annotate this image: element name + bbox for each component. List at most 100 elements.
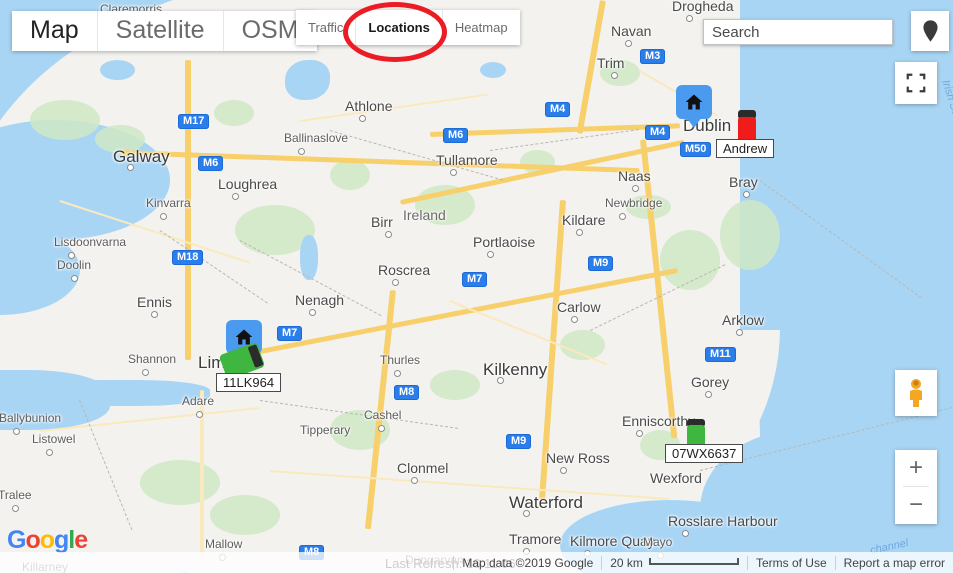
place-label: Listowel xyxy=(32,432,76,446)
place-label: Adare xyxy=(182,394,215,408)
motorway-shield: M4 xyxy=(545,102,571,117)
green-area xyxy=(140,460,220,505)
green-area xyxy=(214,100,254,126)
city-dot xyxy=(151,311,158,318)
motorway-shield: M8 xyxy=(394,385,420,400)
map-canvas[interactable]: Claremorris Galway Ballinaslove Loughrea Kin… xyxy=(0,0,953,573)
green-area xyxy=(30,100,100,140)
motorway-shield: M9 xyxy=(506,434,532,449)
green-area xyxy=(720,200,780,270)
green-area xyxy=(210,495,280,535)
zoom-in-button[interactable]: + xyxy=(895,450,937,486)
city-dot xyxy=(497,377,504,384)
city-dot xyxy=(686,15,693,22)
search-input[interactable] xyxy=(703,19,893,45)
place-label: Navan xyxy=(611,23,652,39)
vehicle-label-11lk964[interactable]: 11LK964 xyxy=(216,373,282,392)
motorway-shield: M11 xyxy=(705,347,736,362)
place-label: Portlaoise xyxy=(473,234,536,250)
city-dot xyxy=(378,425,385,432)
city-dot xyxy=(450,169,457,176)
terms-of-use-link[interactable]: Terms of Use xyxy=(748,556,835,570)
home-icon xyxy=(685,94,703,110)
place-label: Clonmel xyxy=(397,460,449,476)
city-dot xyxy=(576,229,583,236)
layer-button-group: Traffic Locations Heatmap xyxy=(296,10,520,45)
city-dot xyxy=(705,391,712,398)
map-application: Claremorris Galway Ballinaslove Loughrea Kin… xyxy=(0,0,953,573)
zoom-control-group: + − xyxy=(895,450,937,524)
place-label: Kilkenny xyxy=(483,360,548,379)
motorway-shield: M17 xyxy=(178,114,210,129)
city-dot xyxy=(487,251,494,258)
place-label: Ireland xyxy=(403,207,446,223)
motorway-shield: M50 xyxy=(680,142,712,157)
motorway-shield: M6 xyxy=(198,156,224,171)
city-dot xyxy=(12,505,19,512)
map-pin-button[interactable] xyxy=(911,11,949,51)
city-dot xyxy=(619,213,626,220)
attribution-text: Map data ©2019 Google xyxy=(462,555,594,570)
city-dot xyxy=(385,231,392,238)
motorway-shield: M9 xyxy=(588,256,614,271)
place-label: New Ross xyxy=(546,450,610,466)
place-label: Athlone xyxy=(345,98,393,114)
scale-indicator: 20 km xyxy=(602,556,747,570)
place-label: Trim xyxy=(597,55,625,71)
city-dot xyxy=(392,279,399,286)
city-dot xyxy=(571,316,578,323)
street-view-pegman-button[interactable] xyxy=(895,370,937,416)
scale-bar xyxy=(648,557,739,565)
place-label: Tullamore xyxy=(436,152,498,168)
city-dot xyxy=(71,275,78,282)
fullscreen-icon xyxy=(906,73,926,93)
report-map-error-link[interactable]: Report a map error xyxy=(836,556,953,570)
place-label: Kildare xyxy=(562,212,606,228)
logo-letter: G xyxy=(7,526,26,554)
place-label: Wexford xyxy=(650,470,702,486)
city-dot xyxy=(46,449,53,456)
city-dot xyxy=(127,164,134,171)
vehicle-label-andrew[interactable]: Andrew xyxy=(716,139,775,158)
city-dot xyxy=(636,430,643,437)
map-type-button-map[interactable]: Map xyxy=(12,11,98,51)
logo-letter: g xyxy=(54,526,69,554)
lake xyxy=(285,60,330,100)
logo-letter: o xyxy=(25,526,40,554)
motorway-shield: M7 xyxy=(277,326,303,341)
home-marker-dublin[interactable] xyxy=(676,85,712,129)
place-label: Naas xyxy=(618,168,651,184)
city-dot xyxy=(682,530,689,537)
motorway-shield: M18 xyxy=(172,250,204,265)
layer-button-locations[interactable]: Locations xyxy=(356,10,443,45)
city-dot xyxy=(196,411,203,418)
city-dot xyxy=(632,185,639,192)
motorway-shield: M3 xyxy=(640,49,666,64)
city-dot xyxy=(232,193,239,200)
place-label: Tralee xyxy=(0,488,32,502)
map-type-button-satellite[interactable]: Satellite xyxy=(97,11,224,51)
place-label: Drogheda xyxy=(672,0,734,14)
map-pin-icon xyxy=(922,20,938,42)
place-label: Bray xyxy=(729,174,758,190)
logo-letter: e xyxy=(74,526,88,554)
place-label: Enniscorthy xyxy=(622,413,696,429)
street-view-pegman-icon xyxy=(910,379,922,407)
zoom-out-button[interactable]: − xyxy=(895,487,937,523)
fullscreen-button[interactable] xyxy=(895,62,937,104)
green-area xyxy=(430,370,480,400)
city-dot xyxy=(736,329,743,336)
city-dot xyxy=(309,309,316,316)
place-label: Ballybunion xyxy=(0,411,62,425)
vehicle-label-07wx6637[interactable]: 07WX6637 xyxy=(665,444,744,463)
layer-button-traffic[interactable]: Traffic xyxy=(296,10,357,45)
place-label: Roscrea xyxy=(378,262,431,278)
city-dot xyxy=(625,40,632,47)
place-label: Kinvarra xyxy=(146,196,191,210)
place-label: Mallow xyxy=(205,537,243,551)
city-dot xyxy=(359,115,366,122)
place-label: Doolin xyxy=(57,258,92,272)
layer-button-heatmap[interactable]: Heatmap xyxy=(442,10,520,45)
place-label: Tramore xyxy=(509,531,562,547)
place-label: Waterford xyxy=(509,493,584,512)
